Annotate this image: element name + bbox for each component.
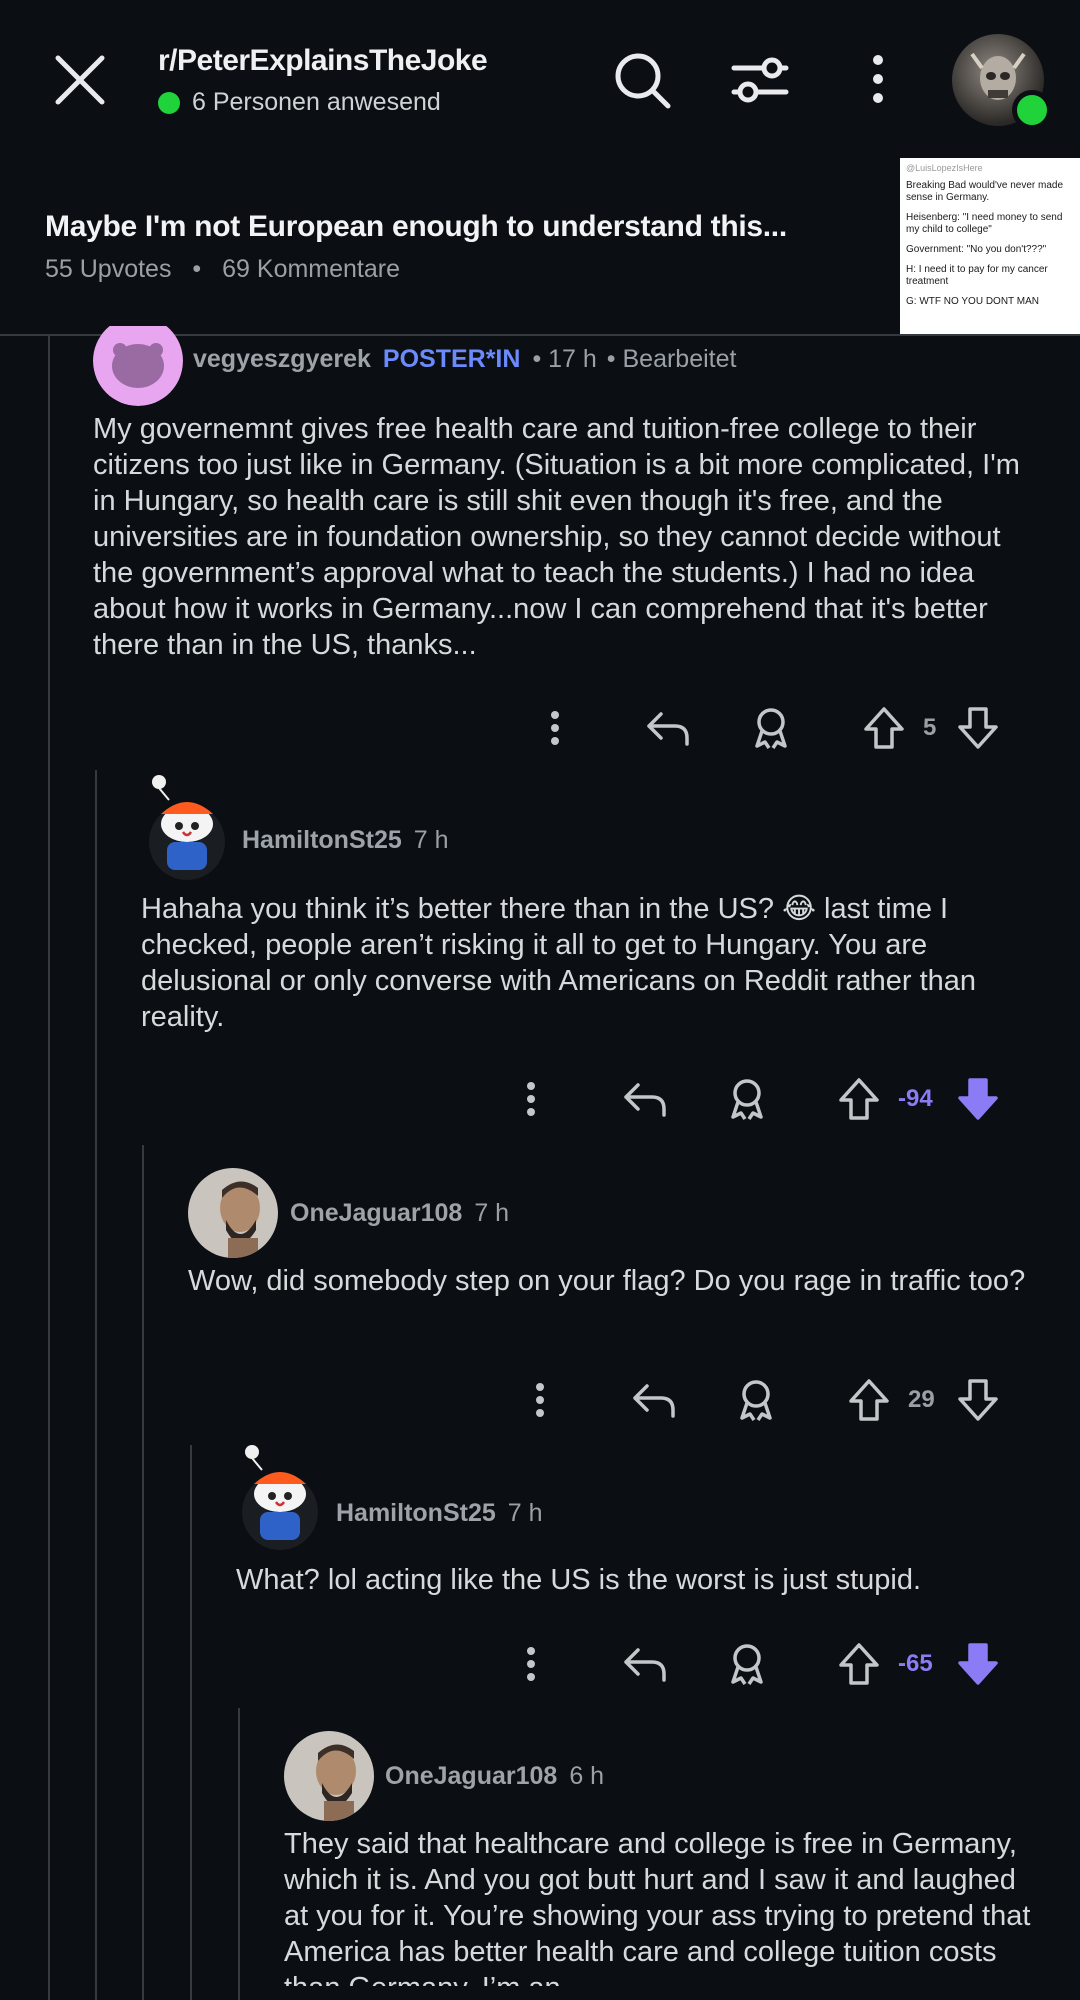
comment-username[interactable]: vegyeszgyerek <box>193 345 371 374</box>
award-icon[interactable] <box>719 1636 775 1692</box>
post-meta: 55 Upvotes • 69 Kommentare <box>45 255 400 284</box>
presence-text: 6 Personen anwesend <box>192 88 441 116</box>
thumbnail-line: H: I need it to pay for my cancer treatm… <box>906 264 1048 287</box>
thread-line[interactable] <box>190 1445 192 2000</box>
avatar[interactable] <box>145 770 227 880</box>
post-thumbnail[interactable]: @LuisLopezIsHere Breaking Bad would've n… <box>900 158 1080 334</box>
downvote-active-icon[interactable] <box>950 1636 1006 1692</box>
search-icon[interactable] <box>610 48 674 112</box>
reply-icon[interactable] <box>640 700 696 756</box>
poster-badge: POSTER*IN <box>382 345 521 373</box>
comment-body: Wow, did somebody step on your flag? Do … <box>188 1265 1026 1297</box>
online-status-icon <box>1012 90 1052 130</box>
comment-username[interactable]: HamiltonSt25 <box>336 1499 496 1528</box>
post-title[interactable]: Maybe I'm not European enough to underst… <box>45 210 787 244</box>
thumbnail-line: G: WTF NO YOU DONT MAN <box>906 296 1039 307</box>
top-bar <box>0 0 1080 160</box>
reply-icon[interactable] <box>626 1372 682 1428</box>
thread-line[interactable] <box>238 1708 240 2000</box>
thumbnail-line: Heisenberg: "I need money to send my chi… <box>906 212 1063 235</box>
comment-header: OneJaguar108 6 h <box>385 1762 604 1791</box>
online-dot-icon <box>158 91 180 114</box>
comment-username[interactable]: OneJaguar108 <box>385 1762 557 1791</box>
comment-actions: 29 <box>0 1372 1080 1428</box>
close-icon[interactable] <box>50 50 110 110</box>
more-options-icon[interactable] <box>846 48 910 112</box>
comment-header: OneJaguar108 7 h <box>290 1199 509 1228</box>
presence-indicator: 6 Personen anwesend <box>158 88 441 117</box>
thumbnail-line: Breaking Bad would've never made sense i… <box>906 180 1064 203</box>
comment-time: 7 h <box>507 1499 543 1527</box>
avatar[interactable] <box>284 1731 374 1821</box>
comment-username[interactable]: OneJaguar108 <box>290 1199 462 1228</box>
reply-icon[interactable] <box>617 1636 673 1692</box>
upvote-count: 55 Upvotes <box>45 255 172 283</box>
award-icon[interactable] <box>719 1071 775 1127</box>
user-avatar[interactable] <box>952 34 1052 130</box>
comment-body: They said that healthcare and college is… <box>284 1828 1031 1986</box>
comment-actions: 5 <box>0 700 1080 756</box>
comment-count: 69 Kommentare <box>222 255 401 283</box>
comment-time: • 17 h <box>532 345 597 373</box>
upvote-icon[interactable] <box>831 1636 887 1692</box>
award-icon[interactable] <box>728 1372 784 1428</box>
comment-time: 7 h <box>474 1199 510 1227</box>
comment-actions: -94 <box>0 1071 1080 1127</box>
comment-username[interactable]: HamiltonSt25 <box>242 826 402 855</box>
award-icon[interactable] <box>743 700 799 756</box>
comment-header: vegyeszgyerek POSTER*IN • 17 h • Bearbei… <box>193 345 736 374</box>
vote-count: 5 <box>923 714 937 741</box>
more-options-icon[interactable] <box>527 700 583 756</box>
vote-count: -65 <box>898 1650 933 1677</box>
upvote-icon[interactable] <box>856 700 912 756</box>
comment-header: HamiltonSt25 7 h <box>336 1499 543 1528</box>
comment-body: Hahaha you think it’s better there than … <box>141 893 977 1033</box>
edited-label: • Bearbeitet <box>606 345 737 373</box>
reply-icon[interactable] <box>617 1071 673 1127</box>
comment-time: 6 h <box>569 1762 605 1790</box>
avatar[interactable] <box>93 326 183 406</box>
upvote-icon[interactable] <box>841 1372 897 1428</box>
downvote-icon[interactable] <box>950 1372 1006 1428</box>
thumbnail-handle: @LuisLopezIsHere <box>906 163 983 173</box>
subreddit-name[interactable]: r/PeterExplainsTheJoke <box>158 44 488 78</box>
downvote-icon[interactable] <box>950 700 1006 756</box>
comment-time: 7 h <box>413 826 449 854</box>
thread-line[interactable] <box>48 336 50 2000</box>
comment-body: What? lol acting like the US is the wors… <box>236 1564 922 1596</box>
upvote-icon[interactable] <box>831 1071 887 1127</box>
thread-line[interactable] <box>142 1145 144 2000</box>
vote-count: -94 <box>898 1085 933 1112</box>
vote-count: 29 <box>908 1386 935 1413</box>
meta-separator: • <box>192 255 202 283</box>
filter-sort-icon[interactable] <box>728 48 792 112</box>
comment-body: My governemnt gives free health care and… <box>93 413 1020 661</box>
downvote-active-icon[interactable] <box>950 1071 1006 1127</box>
comment-actions: -65 <box>0 1636 1080 1692</box>
thumbnail-line: Government: "No you don't???" <box>906 244 1047 255</box>
more-options-icon[interactable] <box>512 1372 568 1428</box>
avatar[interactable] <box>238 1440 320 1550</box>
comment-header: HamiltonSt25 7 h <box>242 826 449 855</box>
more-options-icon[interactable] <box>503 1071 559 1127</box>
avatar[interactable] <box>188 1168 278 1258</box>
more-options-icon[interactable] <box>503 1636 559 1692</box>
